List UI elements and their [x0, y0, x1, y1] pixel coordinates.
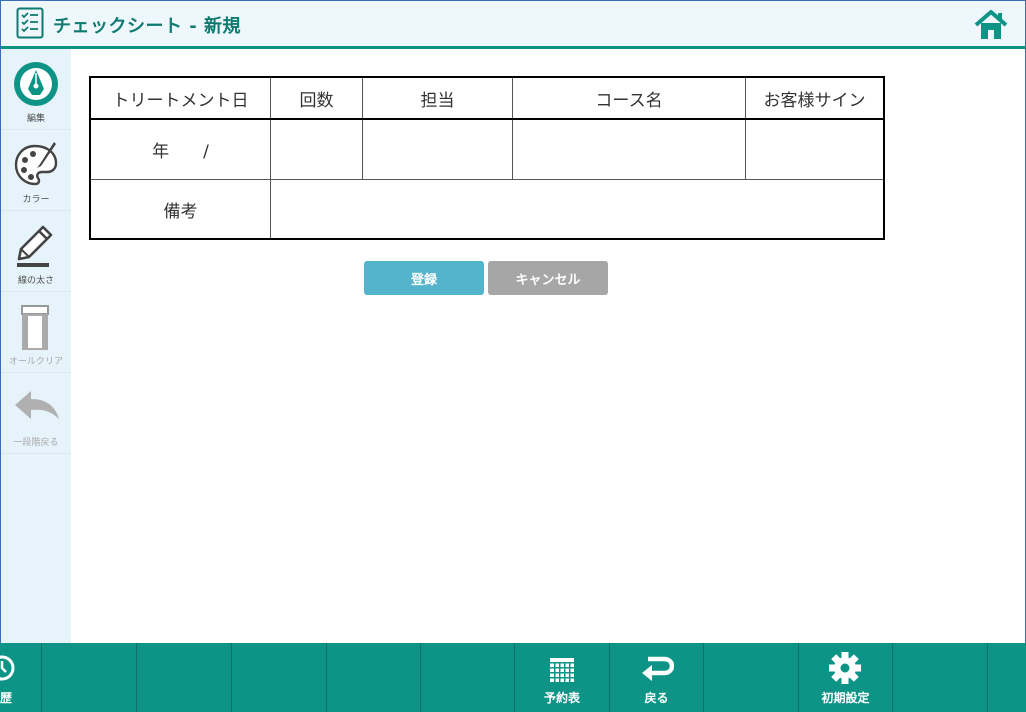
check-sheet-table: トリートメント日 回数 担当 コース名 お客様サイン 年 / 備考 — [89, 76, 885, 240]
calendar-grid-icon — [550, 658, 574, 682]
sidebar-item-label: オールクリア — [8, 357, 63, 367]
history-button[interactable]: 履歴 — [0, 643, 42, 712]
undo-arrow-icon — [15, 391, 59, 419]
settings-button[interactable]: 初期設定 — [799, 643, 893, 712]
title-bar: チェックシート - 新規 — [1, 1, 1025, 49]
pen-nib-icon — [14, 62, 58, 106]
column-header: 回数 — [270, 76, 363, 120]
footer-empty-slot — [327, 643, 421, 712]
schedule-button[interactable]: 予約表 — [515, 643, 610, 712]
page-title: チェックシート - 新規 — [53, 16, 242, 37]
column-header: 担当 — [362, 76, 513, 120]
pencil-line-icon — [17, 225, 53, 267]
sidebar-item-label: 一段階戻る — [13, 438, 59, 448]
palette-icon — [14, 142, 58, 186]
course-name-cell[interactable] — [512, 118, 746, 180]
column-header: お客様サイン — [745, 76, 885, 120]
remarks-cell[interactable] — [270, 179, 885, 240]
treatment-date-cell[interactable]: 年 / — [89, 118, 271, 180]
footer-toolbar: 履歴 予約表 戻る — [0, 643, 1026, 712]
footer-empty-slot — [704, 643, 799, 712]
remarks-label: 備考 — [89, 179, 271, 240]
sidebar-item-label: 線の太さ — [17, 276, 54, 286]
footer-item-label: 戻る — [644, 691, 669, 705]
gear-icon — [829, 652, 861, 684]
sidebar-item-label: カラー — [22, 195, 50, 205]
back-button[interactable]: 戻る — [610, 643, 704, 712]
table-header-row: トリートメント日 回数 担当 コース名 お客様サイン — [89, 76, 885, 120]
column-header: コース名 — [512, 76, 746, 120]
undo-tool-button[interactable]: 一段階戻る — [1, 373, 71, 454]
count-cell[interactable] — [270, 118, 363, 180]
history-icon — [0, 655, 15, 681]
color-tool-button[interactable]: カラー — [1, 130, 71, 211]
table-row: 備考 — [89, 179, 885, 240]
return-arrow-icon — [642, 656, 674, 681]
footer-empty-slot — [421, 643, 515, 712]
footer-item-label: 予約表 — [543, 691, 580, 705]
footer-empty-slot — [137, 643, 232, 712]
footer-empty-slot — [232, 643, 327, 712]
column-header: トリートメント日 — [89, 76, 271, 120]
footer-empty-slot — [988, 643, 1026, 712]
footer-item-label: 履歴 — [0, 691, 13, 705]
home-icon[interactable] — [973, 8, 1009, 42]
edit-tool-button[interactable]: 編集 — [1, 49, 71, 130]
clear-all-tool-button[interactable]: オールクリア — [1, 292, 71, 373]
staff-cell[interactable] — [362, 118, 513, 180]
table-row: 年 / — [89, 118, 885, 180]
tool-sidebar: 編集 カラー 線の太さ オールクリア 一段階戻る — [1, 49, 71, 643]
checklist-icon — [16, 7, 44, 39]
register-button[interactable]: 登録 — [364, 261, 484, 295]
footer-item-label: 初期設定 — [821, 691, 870, 705]
customer-signature-cell[interactable] — [745, 118, 885, 180]
footer-empty-slot — [893, 643, 988, 712]
eraser-icon — [21, 305, 49, 350]
line-width-tool-button[interactable]: 線の太さ — [1, 211, 71, 292]
footer-empty-slot — [42, 643, 137, 712]
cancel-button[interactable]: キャンセル — [488, 261, 608, 295]
sidebar-item-label: 編集 — [26, 114, 45, 124]
